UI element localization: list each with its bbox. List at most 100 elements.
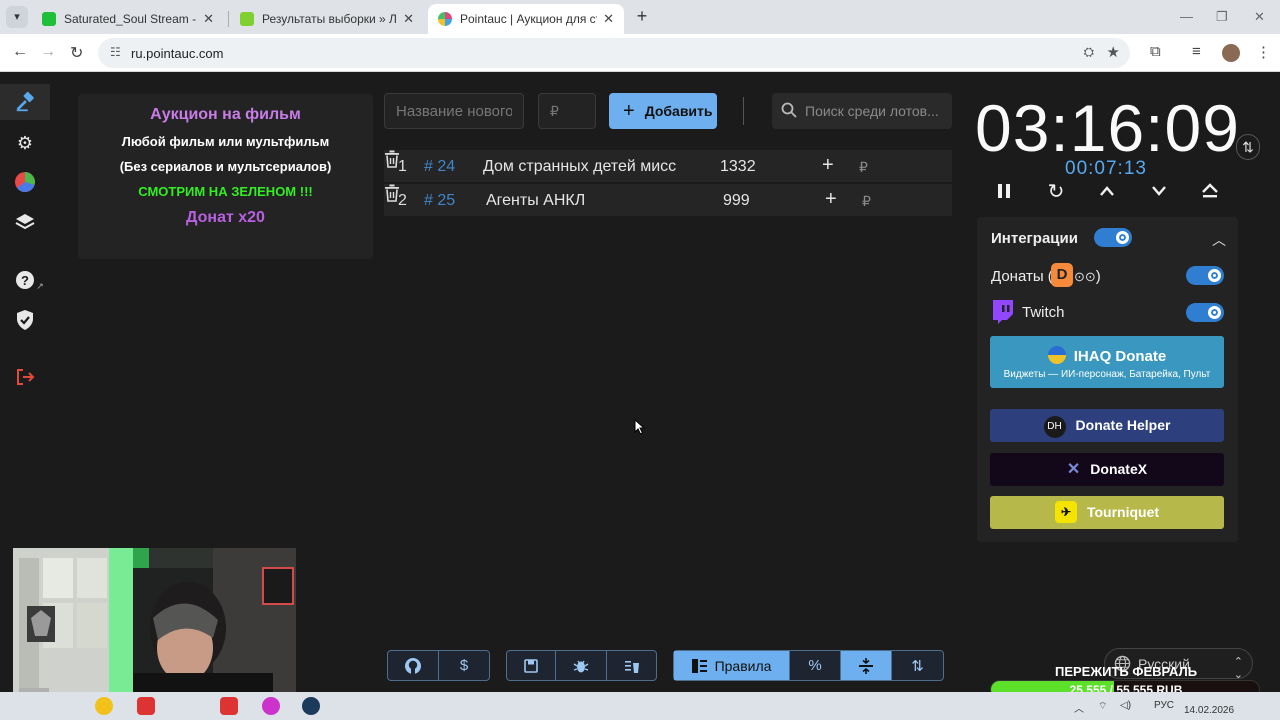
actions-button-group [506,650,657,681]
taskbar-app-icon[interactable] [137,697,155,715]
browser-tab-2[interactable]: Результаты выборки » Лордфи ✕ [230,4,424,34]
lot-amount: 999 [723,192,750,209]
browser-tab-bar: ▾ Saturated_Soul Stream - Watch ✕ Резуль… [0,0,1280,34]
taskbar-app-icon[interactable] [220,697,238,715]
steam-taskbar-icon[interactable] [302,697,320,715]
double-up-icon[interactable] [1197,178,1223,204]
browser-menu-icon[interactable]: ⋮ [1256,43,1271,61]
network-icon[interactable]: ⌔ [1098,700,1107,713]
rules-button[interactable]: Правила [674,651,790,680]
lot-amount: 1332 [720,158,756,175]
settings-gear-icon[interactable]: ⚙ [13,131,37,155]
table-row[interactable]: 1 # 24 Дом странных детей мисс 1332 + ₽ [384,150,952,183]
auction-note-green: СМОТРИМ НА ЗЕЛЕНОМ !!! [138,184,313,199]
table-row[interactable]: 2 # 25 Агенты АНКЛ 999 + ₽ [384,184,952,217]
new-lot-amount-input[interactable] [538,93,596,129]
plus-icon: + [623,99,635,122]
ruble-icon[interactable]: ₽ [859,159,868,176]
close-tab-icon[interactable]: ✕ [603,11,614,27]
layers-icon[interactable] [13,210,37,234]
clear-lots-icon[interactable] [607,651,656,680]
maximize-icon[interactable]: ❐ [1216,9,1228,25]
mode-button-group: Правила % ⇅ [673,650,944,681]
pause-icon[interactable] [991,178,1017,204]
select-arrows-icon: ⌃ ⌄ [1233,656,1243,681]
rules-label: Правила [714,657,772,674]
site-info-icon[interactable]: ☷ [110,45,121,59]
shield-check-icon[interactable] [13,308,37,332]
chrome-taskbar-icon[interactable] [95,697,113,715]
integrations-toggle[interactable] [1094,228,1132,247]
save-icon[interactable] [507,651,556,680]
lot-index: 1 [398,158,407,175]
search-icon [781,102,797,118]
add-amount-plus-icon[interactable]: + [825,188,837,211]
lot-id-link[interactable]: # 25 [424,192,455,210]
tab-separator [228,11,229,27]
close-tab-icon[interactable]: ✕ [403,11,414,27]
reduce-time-down-icon[interactable] [1146,178,1172,204]
tab-label: Результаты выборки » Лордфи [262,12,397,26]
reload-icon[interactable]: ↻ [70,43,83,63]
add-amount-plus-icon[interactable]: + [822,154,834,177]
tray-chevron-icon[interactable]: ︿ [1074,700,1084,715]
add-lot-button[interactable]: + Добавить [609,93,717,129]
tab-search-button[interactable]: ▾ [6,6,28,28]
tab-label: Pointauc | Аукцион для стриме [460,12,597,26]
ruble-icon[interactable]: ₽ [862,193,871,210]
donate-helper-button[interactable]: DH Donate Helper [990,409,1224,442]
hd-favicon-icon [240,12,254,26]
lot-id-link[interactable]: # 24 [424,158,455,176]
auction-rule-line: Любой фильм или мультфильм [121,134,330,149]
browser-tab-1[interactable]: Saturated_Soul Stream - Watch ✕ [32,4,224,34]
wheel-icon[interactable] [13,170,37,194]
swap-timer-icon[interactable]: ⇅ [1236,134,1260,160]
minimize-icon[interactable]: — [1180,9,1193,24]
url-text: ru.pointauc.com [131,46,224,61]
add-lot-label: Добавить [644,103,713,119]
browser-tab-3-active[interactable]: Pointauc | Аукцион для стриме ✕ [428,4,624,34]
taskbar-app-icon[interactable] [262,697,280,715]
volume-icon[interactable]: ◁) [1120,700,1131,711]
donatex-button[interactable]: ✕ DonateX [990,453,1224,486]
tourniquet-button[interactable]: ✈ Tourniquet [990,496,1224,529]
bookmark-star-icon[interactable]: ★ [1107,43,1120,61]
ihaq-logo-icon [1047,346,1066,364]
address-bar[interactable]: ☷ ru.pointauc.com ⛭ ★ [98,38,1130,68]
lot-search-input[interactable] [805,93,950,129]
donate-dollar-icon[interactable]: $ [439,651,489,680]
chevron-up-icon[interactable]: ︿ [1212,230,1226,250]
toolbar-divider [743,97,744,125]
pointauc-favicon-icon [438,12,452,26]
auction-hammer-icon[interactable] [13,90,37,114]
new-tab-button[interactable]: + [632,6,652,26]
percent-mode-button[interactable]: % [790,651,841,680]
github-icon[interactable] [388,651,439,680]
twitch-toggle[interactable] [1186,303,1224,322]
add-time-up-icon[interactable] [1094,178,1120,204]
ihaq-donate-button[interactable]: IHAQ Donate Виджеты — ИИ-персонаж, Батар… [990,336,1224,388]
logout-icon[interactable] [13,365,37,389]
reset-timer-icon[interactable]: ↻ [1043,178,1069,204]
auction-sub-timer: 00:07:13 [1065,158,1147,179]
lot-name[interactable]: Агенты АНКЛ [486,192,585,210]
lot-search[interactable] [772,93,952,129]
svg-text:?: ? [21,273,29,288]
new-lot-name-input[interactable] [384,93,524,129]
input-language-indicator[interactable]: РУС [1154,700,1174,711]
donations-toggle[interactable] [1186,266,1224,285]
lot-name[interactable]: Дом странных детей мисс [483,158,676,176]
forward-icon[interactable]: → [40,43,56,61]
window-close-icon[interactable]: ✕ [1254,9,1265,25]
os-taskbar: ︿ ⌔ ◁) РУС 14.02.2026 [0,692,1280,720]
compact-view-icon[interactable] [841,651,892,680]
translate-icon[interactable]: ⛭ [1084,44,1094,60]
bug-report-icon[interactable] [556,651,607,680]
donatex-label: DonateX [1090,461,1148,477]
media-control-icon[interactable]: ≡ [1192,43,1201,60]
close-tab-icon[interactable]: ✕ [203,11,214,27]
back-icon[interactable]: ← [12,43,28,61]
extensions-icon[interactable]: ⧉ [1150,43,1161,60]
profile-avatar[interactable] [1222,44,1240,62]
sort-arrows-icon[interactable]: ⇅ [892,651,943,680]
